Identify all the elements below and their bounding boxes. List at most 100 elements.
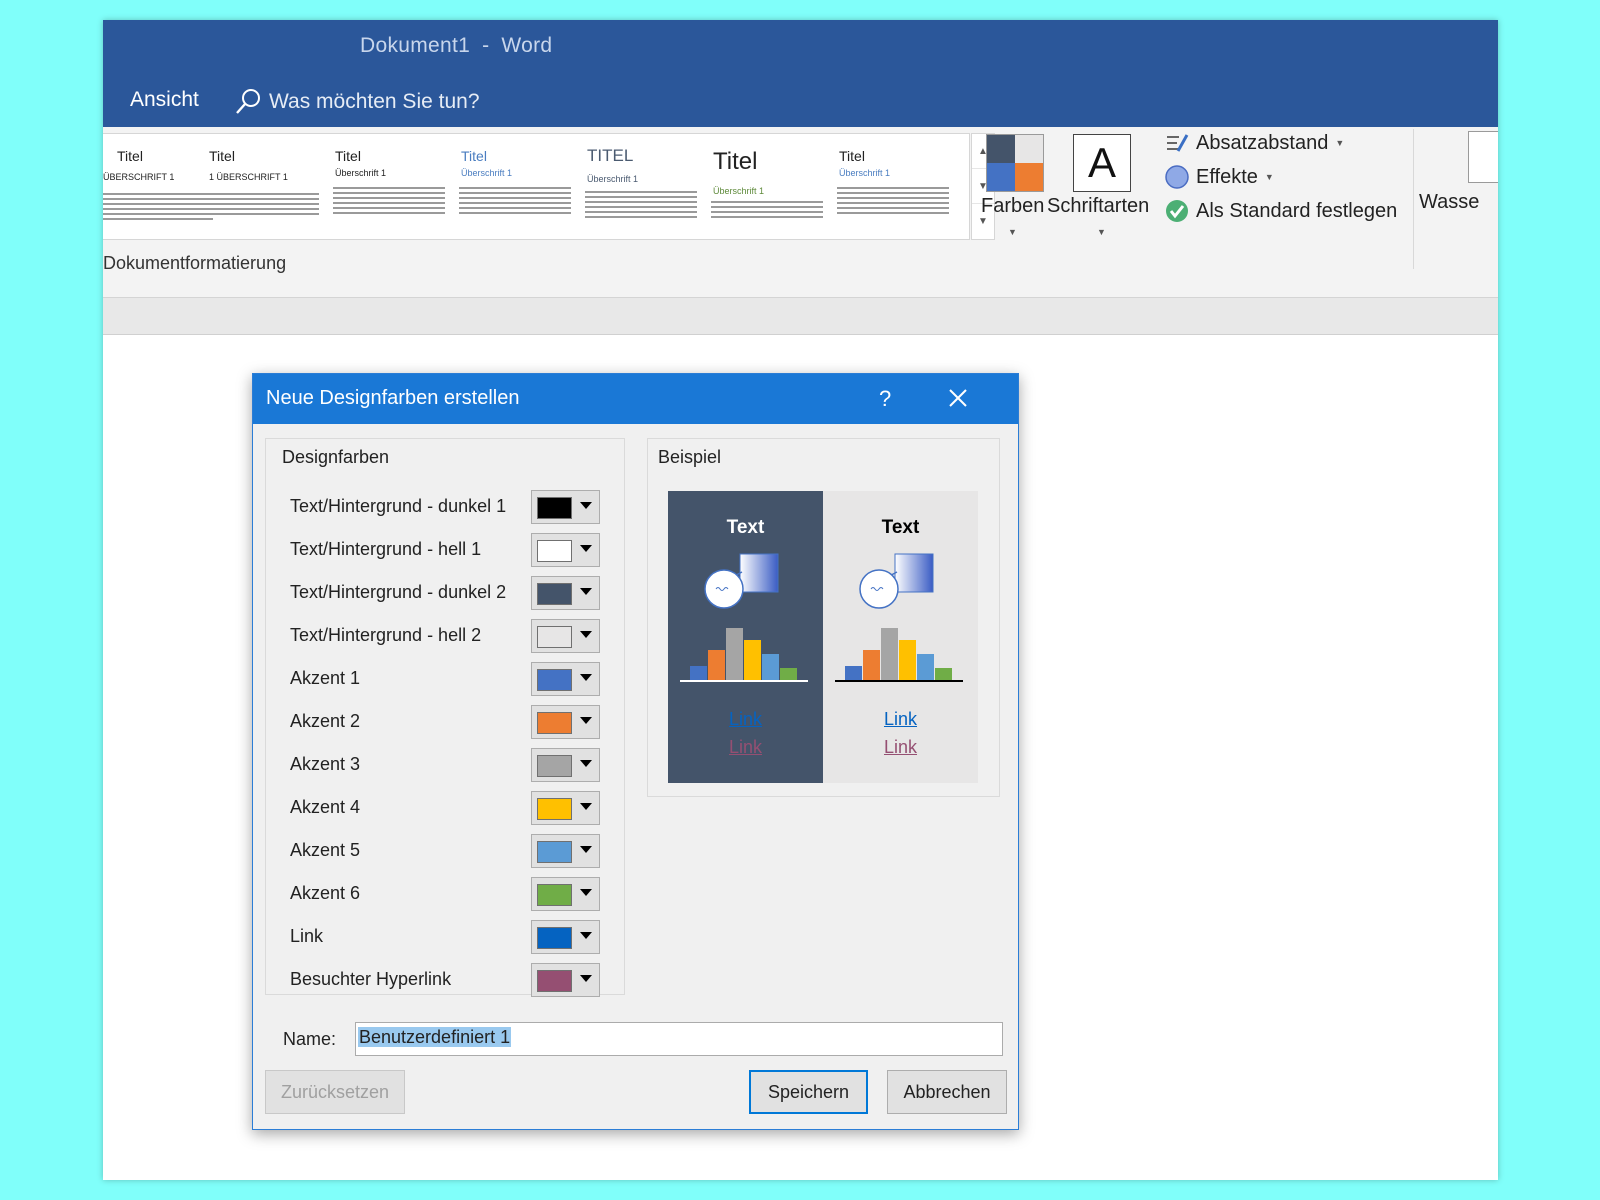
style-thumb[interactable]: Titel Überschrift 1 xyxy=(833,134,957,239)
save-button[interactable]: Speichern xyxy=(749,1070,868,1114)
color-label: Besuchter Hyperlink xyxy=(290,969,452,989)
style-thumb-body xyxy=(711,198,823,221)
color-picker-button[interactable] xyxy=(531,791,600,825)
name-label: Name: xyxy=(283,1029,337,1049)
dialog-title: Neue Designfarben erstellen xyxy=(266,387,520,409)
color-swatch xyxy=(537,970,572,992)
color-row-text-dunkel-1: Text/Hintergrund - dunkel 1 xyxy=(290,490,610,524)
schriftarten-button[interactable]: A Schriftarten ▼ xyxy=(1047,131,1157,261)
absatzabstand-button[interactable]: Absatzabstand ▼ xyxy=(1165,131,1344,155)
dropdown-arrow-icon xyxy=(580,502,592,509)
color-label: Text/Hintergrund - dunkel 2 xyxy=(290,582,507,602)
style-thumb-body xyxy=(459,184,571,217)
style-gallery[interactable]: Titel ÜBERSCHRIFT 1 Titel 1 ÜBERSCHRIFT … xyxy=(103,133,970,240)
color-picker-button[interactable] xyxy=(531,877,600,911)
ribbon-divider xyxy=(1413,129,1414,269)
wasserzeichen-label[interactable]: Wasse xyxy=(1419,191,1479,214)
color-picker-button[interactable] xyxy=(531,490,600,524)
style-thumb-body xyxy=(837,184,949,217)
document-name: Dokument1 xyxy=(360,34,471,57)
style-thumb[interactable]: Titel Überschrift 1 xyxy=(329,134,453,239)
style-thumb-heading: Überschrift 1 xyxy=(713,186,765,196)
color-picker-button[interactable] xyxy=(531,963,600,997)
color-row-akzent-1: Akzent 1 xyxy=(290,662,610,696)
color-label: Link xyxy=(290,926,324,946)
color-picker-button[interactable] xyxy=(531,662,600,696)
dropdown-arrow-icon xyxy=(580,545,592,552)
style-thumb-title: TITEL xyxy=(587,146,634,165)
preview-link: Link xyxy=(883,709,918,729)
style-thumb-body xyxy=(333,184,445,217)
absatzabstand-label: Absatzabstand xyxy=(1196,131,1329,154)
help-button[interactable]: ? xyxy=(879,386,891,412)
tab-ansicht[interactable]: Ansicht xyxy=(130,88,199,112)
cancel-button[interactable]: Abbrechen xyxy=(887,1070,1007,1114)
color-swatch xyxy=(537,927,572,949)
preview-dark: Text Link Link xyxy=(668,491,823,783)
color-picker-button[interactable] xyxy=(531,576,600,610)
color-label: Text/Hintergrund - hell 2 xyxy=(290,625,482,645)
watermark-icon xyxy=(1468,131,1498,183)
dropdown-arrow-icon xyxy=(580,588,592,595)
als-standard-festlegen-button[interactable]: Als Standard festlegen xyxy=(1165,199,1397,223)
app-name: Word xyxy=(501,34,553,57)
font-icon: A xyxy=(1073,134,1131,192)
als-standard-label: Als Standard festlegen xyxy=(1196,199,1398,222)
color-swatch xyxy=(537,669,572,691)
color-label: Text/Hintergrund - dunkel 1 xyxy=(290,496,507,516)
color-row-akzent-2: Akzent 2 xyxy=(290,705,610,739)
style-thumb-title: Titel xyxy=(209,148,235,164)
palette-icon xyxy=(986,134,1044,192)
color-picker-button[interactable] xyxy=(531,619,600,653)
color-row-text-dunkel-2: Text/Hintergrund - dunkel 2 xyxy=(290,576,610,610)
preview-text: Text xyxy=(726,517,765,538)
preview-shapes-icon xyxy=(835,553,963,682)
reset-button[interactable]: Zurücksetzen xyxy=(265,1070,405,1114)
style-thumb-heading: Überschrift 1 xyxy=(587,174,639,184)
color-label: Akzent 6 xyxy=(290,883,361,903)
name-input[interactable]: Benutzerdefiniert 1 xyxy=(355,1022,1003,1056)
dialog-title-bar: Neue Designfarben erstellen ? xyxy=(253,374,1018,424)
style-thumb-title: Titel xyxy=(117,148,143,164)
style-thumb-heading: Überschrift 1 xyxy=(335,168,387,178)
style-thumb-title: Titel xyxy=(713,148,758,175)
color-swatch xyxy=(537,626,572,648)
color-row-akzent-4: Akzent 4 xyxy=(290,791,610,825)
tell-me-text: Was möchten Sie tun? xyxy=(269,90,480,113)
style-thumb-title: Titel xyxy=(839,148,865,164)
color-label: Akzent 5 xyxy=(290,840,361,860)
preview-shapes-icon xyxy=(680,553,808,682)
chevron-down-icon: ▼ xyxy=(1097,227,1106,237)
designfarben-label: Designfarben xyxy=(279,447,393,468)
farben-label: Farben xyxy=(981,195,1045,217)
dropdown-arrow-icon xyxy=(580,846,592,853)
color-picker-button[interactable] xyxy=(531,748,600,782)
color-row-text-hell-1: Text/Hintergrund - hell 1 xyxy=(290,533,610,567)
style-thumb-heading: 1 ÜBERSCHRIFT 1 xyxy=(209,172,288,182)
effekte-button[interactable]: Effekte ▼ xyxy=(1165,165,1274,189)
color-picker-button[interactable] xyxy=(531,533,600,567)
window-title: Dokument1- Word xyxy=(360,34,552,58)
tell-me-search[interactable]: Was möchten Sie tun? xyxy=(235,86,480,118)
neue-designfarben-dialog: Neue Designfarben erstellen ? Designfarb… xyxy=(252,373,1019,1130)
style-thumb-heading: Überschrift 1 xyxy=(461,168,513,178)
style-thumb[interactable]: TITEL Überschrift 1 xyxy=(581,134,705,239)
search-icon xyxy=(236,89,260,114)
color-picker-button[interactable] xyxy=(531,920,600,954)
schriftarten-label: Schriftarten xyxy=(1047,195,1150,217)
style-thumb[interactable]: Titel Überschrift 1 xyxy=(455,134,579,239)
color-label: Akzent 2 xyxy=(290,711,361,731)
color-picker-button[interactable] xyxy=(531,705,600,739)
effekte-label: Effekte xyxy=(1196,165,1258,188)
style-thumb[interactable]: Titel Überschrift 1 xyxy=(707,134,831,239)
ruler-band xyxy=(103,298,1498,335)
color-picker-button[interactable] xyxy=(531,834,600,868)
style-thumb[interactable]: Titel 1 ÜBERSCHRIFT 1 xyxy=(203,134,327,239)
color-row-akzent-5: Akzent 5 xyxy=(290,834,610,868)
farben-button[interactable]: Farben ▼ xyxy=(981,131,1047,261)
color-row-text-hell-2: Text/Hintergrund - hell 2 xyxy=(290,619,610,653)
close-icon[interactable] xyxy=(946,386,970,410)
color-swatch xyxy=(537,497,572,519)
color-row-akzent-6: Akzent 6 xyxy=(290,877,610,911)
color-label: Akzent 1 xyxy=(290,668,361,688)
